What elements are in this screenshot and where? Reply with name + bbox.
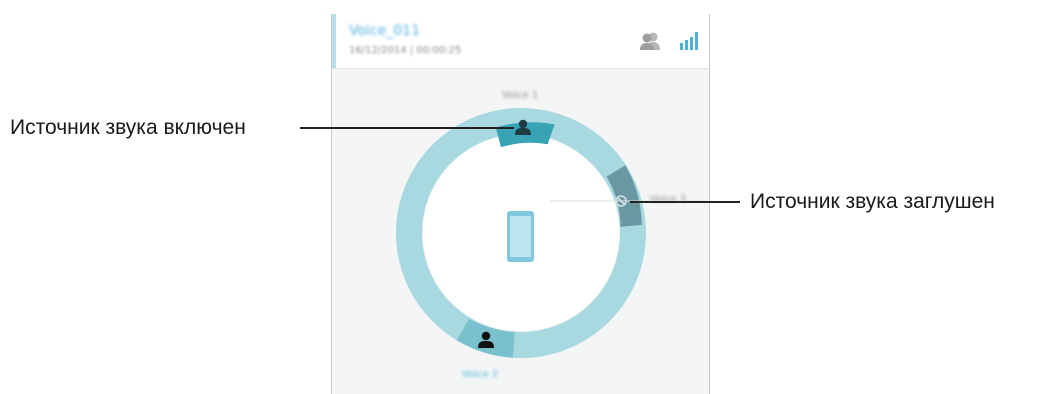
phone-icon [507, 211, 534, 262]
muted-source-callout: Источник звука заглушен [750, 190, 995, 213]
muted-source-pointer [630, 201, 740, 203]
active-source-pointer [300, 127, 514, 129]
active-source-callout: Источник звука включен [10, 116, 246, 139]
